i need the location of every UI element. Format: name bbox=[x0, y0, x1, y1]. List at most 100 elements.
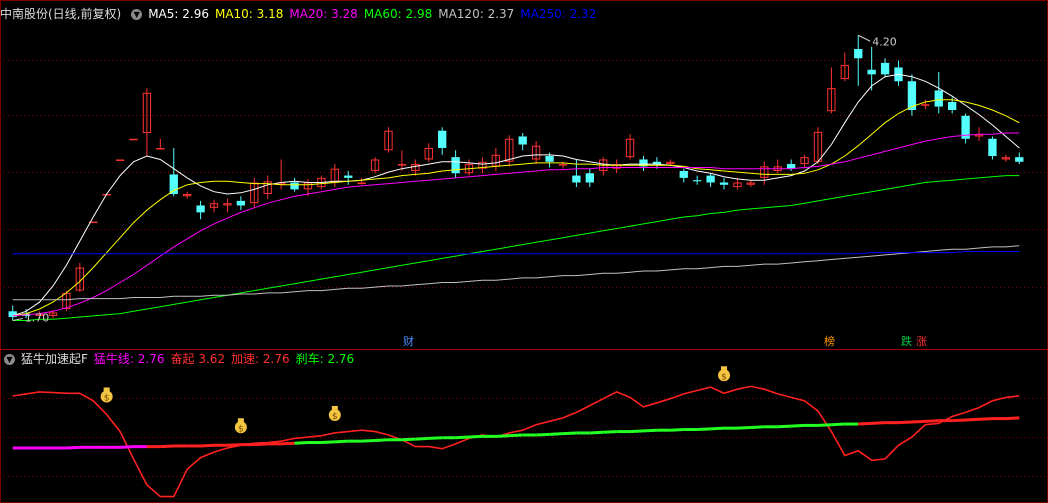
candle-body bbox=[357, 182, 366, 184]
legend-label: MA60: bbox=[363, 7, 406, 21]
chart-canvas[interactable]: 4.20 1.70 $ $ $ $ bbox=[0, 0, 1048, 503]
candle-body bbox=[451, 157, 460, 174]
bull-line-segment bbox=[536, 432, 550, 437]
legend-label: 奋起 bbox=[170, 352, 199, 366]
svg-text:$: $ bbox=[104, 393, 110, 403]
event-marker-fall[interactable]: 跌 bbox=[900, 334, 913, 349]
ma-line-ma20 bbox=[12, 132, 1020, 317]
bull-line-segment bbox=[965, 417, 980, 422]
bull-line-segment bbox=[200, 443, 215, 448]
low-price-label: 1.70 bbox=[25, 311, 50, 324]
indicator-title: 猛牛加速起F bbox=[21, 352, 88, 366]
bull-line-segment bbox=[978, 417, 993, 421]
candle-body bbox=[1015, 157, 1024, 162]
high-price-label: 4.20 bbox=[872, 35, 897, 48]
bull-line-segment bbox=[294, 441, 309, 445]
legend-value: 2.96 bbox=[182, 7, 209, 21]
bull-line-segment bbox=[562, 431, 577, 436]
legend-value: 3.62 bbox=[198, 352, 226, 366]
legend-item: MA5: 2.96 bbox=[148, 7, 209, 21]
candle-body bbox=[572, 175, 581, 183]
bull-line-segment bbox=[66, 445, 80, 450]
svg-text:$: $ bbox=[238, 424, 244, 434]
candle-body bbox=[585, 173, 594, 183]
bull-line-segment bbox=[858, 421, 872, 426]
bull-line-segment bbox=[227, 443, 241, 447]
chevron-down-icon[interactable]: ▼ bbox=[131, 9, 143, 20]
candle-body bbox=[518, 136, 527, 145]
legend-label: MA10: bbox=[214, 7, 257, 21]
money-bag-icon: $ bbox=[328, 405, 341, 422]
legend-value: 2.76 bbox=[262, 352, 290, 366]
svg-text:$: $ bbox=[721, 372, 727, 382]
legend-item: MA250: 2.32 bbox=[520, 7, 596, 21]
indicator-legend: 猛牛线: 2.76 奋起 3.62 加速: 2.76 刹车: 2.76 bbox=[94, 352, 360, 366]
candle-body bbox=[880, 62, 890, 75]
event-label: 榜 bbox=[824, 335, 835, 348]
event-label: 跌 bbox=[901, 335, 912, 348]
indicator-header: ▼ 猛牛加速起F 猛牛线: 2.76 奋起 3.62 加速: 2.76 刹车: 2.76 bbox=[0, 350, 366, 368]
legend-item: MA60: 2.98 bbox=[364, 7, 432, 21]
bull-line-segment bbox=[375, 438, 389, 442]
legend-label: MA5: bbox=[148, 7, 183, 21]
candle-body bbox=[115, 159, 125, 161]
candle-body bbox=[988, 138, 997, 157]
candle-body bbox=[8, 311, 17, 318]
bull-line-segment bbox=[952, 418, 966, 423]
legend-label: MA120: bbox=[438, 7, 488, 21]
bull-line-segment bbox=[710, 426, 725, 431]
bull-line-segment bbox=[777, 424, 792, 429]
event-marker-finance[interactable]: 财 bbox=[402, 334, 415, 349]
candle-body bbox=[397, 164, 407, 166]
legend-value: 3.28 bbox=[331, 7, 358, 21]
bull-line-segment bbox=[750, 425, 765, 429]
event-marker-rise[interactable]: 涨 bbox=[915, 334, 928, 349]
legend-item: MA10: 3.18 bbox=[215, 7, 283, 21]
bull-line-segment bbox=[509, 433, 523, 438]
candle-body bbox=[934, 90, 943, 107]
legend-item: 加速: 2.76 bbox=[231, 352, 290, 366]
bull-line-segment bbox=[455, 435, 470, 440]
bull-line-segment bbox=[160, 444, 174, 449]
bull-line-segment bbox=[495, 434, 510, 438]
money-bag-icon: $ bbox=[100, 387, 113, 403]
bull-line-segment bbox=[589, 430, 604, 435]
chevron-down-icon[interactable]: ▼ bbox=[4, 354, 15, 365]
bull-line-segment bbox=[737, 425, 751, 430]
event-label: 财 bbox=[403, 335, 414, 348]
bull-line-segment bbox=[254, 442, 268, 447]
ma-line-ma5 bbox=[12, 73, 1020, 317]
money-bag-icon: $ bbox=[718, 366, 731, 382]
svg-text:$: $ bbox=[332, 412, 338, 422]
bull-line-segment bbox=[603, 430, 617, 434]
event-label: 涨 bbox=[916, 335, 927, 348]
candle-body bbox=[679, 170, 688, 178]
bull-line-segment bbox=[697, 427, 711, 432]
stock-title: 中南股份(日线,前复权) bbox=[0, 7, 122, 21]
legend-label: 刹车: bbox=[295, 352, 328, 366]
bull-line-segment bbox=[911, 419, 926, 424]
legend-value: 2.76 bbox=[327, 352, 355, 366]
ma-line-ma250 bbox=[12, 251, 1020, 255]
candle-body bbox=[545, 156, 554, 162]
candle-body bbox=[867, 69, 876, 75]
candle-body bbox=[438, 130, 447, 148]
legend-value: 2.76 bbox=[137, 352, 165, 366]
candle-body bbox=[921, 104, 930, 106]
ma-line-ma10 bbox=[12, 99, 1020, 317]
event-marker-rank[interactable]: 榜 bbox=[823, 334, 836, 349]
legend-item: MA20: 3.28 bbox=[289, 7, 357, 21]
candle-body bbox=[236, 200, 246, 206]
bull-line-segment bbox=[630, 429, 644, 434]
bull-line-segment bbox=[401, 437, 416, 442]
bull-line-segment bbox=[925, 419, 939, 423]
candle-body bbox=[129, 138, 138, 141]
bull-line-segment bbox=[428, 436, 443, 440]
bull-line-segment bbox=[334, 439, 349, 444]
candle-body bbox=[706, 175, 715, 183]
bull-line-segment bbox=[281, 441, 295, 446]
bull-line-segment bbox=[361, 438, 376, 443]
bull-line-segment bbox=[831, 422, 845, 427]
candle-body bbox=[558, 164, 568, 166]
main-chart-header: 中南股份(日线,前复权) ▼ MA5: 2.96 MA10: 3.18 MA20: 3.… bbox=[0, 5, 608, 23]
